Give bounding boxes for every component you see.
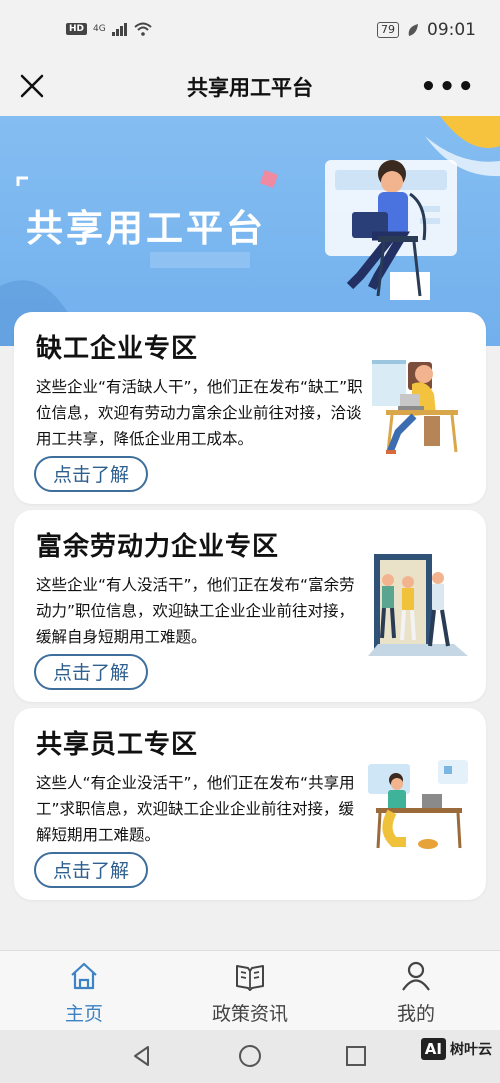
home-icon — [71, 962, 97, 990]
more-icon[interactable]: ••• — [420, 72, 476, 102]
signal-icon — [111, 23, 127, 36]
clock: 09:01 — [427, 20, 476, 40]
system-nav-bar: AI 树叶云 — [0, 1030, 500, 1083]
card-description: 这些企业“有活缺人干”，他们正在发布“缺工”职位信息，欢迎有劳动力富余企业前往对… — [36, 378, 363, 448]
card-shared-employee-zone: 共享员工专区 这些人“有企业没活干”，他们正在发布“共享用工”求职信息，欢迎缺工… — [14, 708, 486, 900]
tab-label: 政策资讯 — [211, 1003, 288, 1025]
tab-label: 主页 — [64, 1003, 103, 1025]
nav-bar: 共享用工平台 ••• — [0, 60, 500, 116]
illustration-woman-laptop — [372, 360, 458, 454]
status-left: HD 4G — [66, 22, 152, 36]
wifi-icon — [134, 22, 152, 36]
watermark-badge: AI — [420, 1038, 446, 1060]
tab-bar: 主页 政策资讯 我的 — [0, 950, 500, 1031]
watermark-text: 树叶云 — [450, 1042, 492, 1058]
illustration-desk-worker — [368, 760, 468, 849]
card-title: 富余劳动力企业专区 — [36, 532, 280, 562]
card-title: 缺工企业专区 — [36, 334, 199, 364]
home-circle-icon[interactable] — [238, 1044, 262, 1068]
card-title: 共享员工专区 — [36, 730, 199, 760]
tab-home[interactable]: 主页 — [24, 959, 144, 1026]
back-icon[interactable] — [130, 1044, 154, 1068]
book-icon — [236, 965, 264, 991]
learn-more-button[interactable]: 点击了解 — [34, 456, 148, 492]
network-badge: HD — [66, 23, 88, 35]
status-right: 79 09:01 — [377, 20, 476, 40]
card-description: 这些企业“有人没活干”，他们正在发布“富余劳动力”职位信息，欢迎缺工企业企业前往… — [36, 576, 355, 646]
watermark: AI 树叶云 — [420, 1038, 492, 1060]
illustration-people-doorway — [368, 554, 468, 656]
tab-label: 我的 — [396, 1003, 435, 1025]
tab-profile[interactable]: 我的 — [356, 959, 476, 1026]
battery-icon: 79 — [377, 22, 399, 38]
card-shortage-zone: 缺工企业专区 这些企业“有活缺人干”，他们正在发布“缺工”职位信息，欢迎有劳动力… — [14, 312, 486, 504]
leaf-icon — [408, 24, 418, 36]
status-bar: HD 4G 79 09:01 — [0, 0, 500, 60]
learn-more-button[interactable]: 点击了解 — [34, 852, 148, 888]
tab-policy-news[interactable]: 政策资讯 — [190, 959, 310, 1026]
recent-apps-icon[interactable] — [345, 1045, 367, 1067]
user-icon — [402, 961, 430, 991]
card-surplus-labor-zone: 富余劳动力企业专区 这些企业“有人没活干”，他们正在发布“富余劳动力”职位信息，… — [14, 510, 486, 702]
signal-label: 4G — [93, 24, 106, 34]
learn-more-button[interactable]: 点击了解 — [34, 654, 148, 690]
card-description: 这些人“有企业没活干”，他们正在发布“共享用工”求职信息，欢迎缺工企业企业前往对… — [36, 774, 355, 844]
banner-title: 共享用工平台 — [26, 207, 266, 250]
